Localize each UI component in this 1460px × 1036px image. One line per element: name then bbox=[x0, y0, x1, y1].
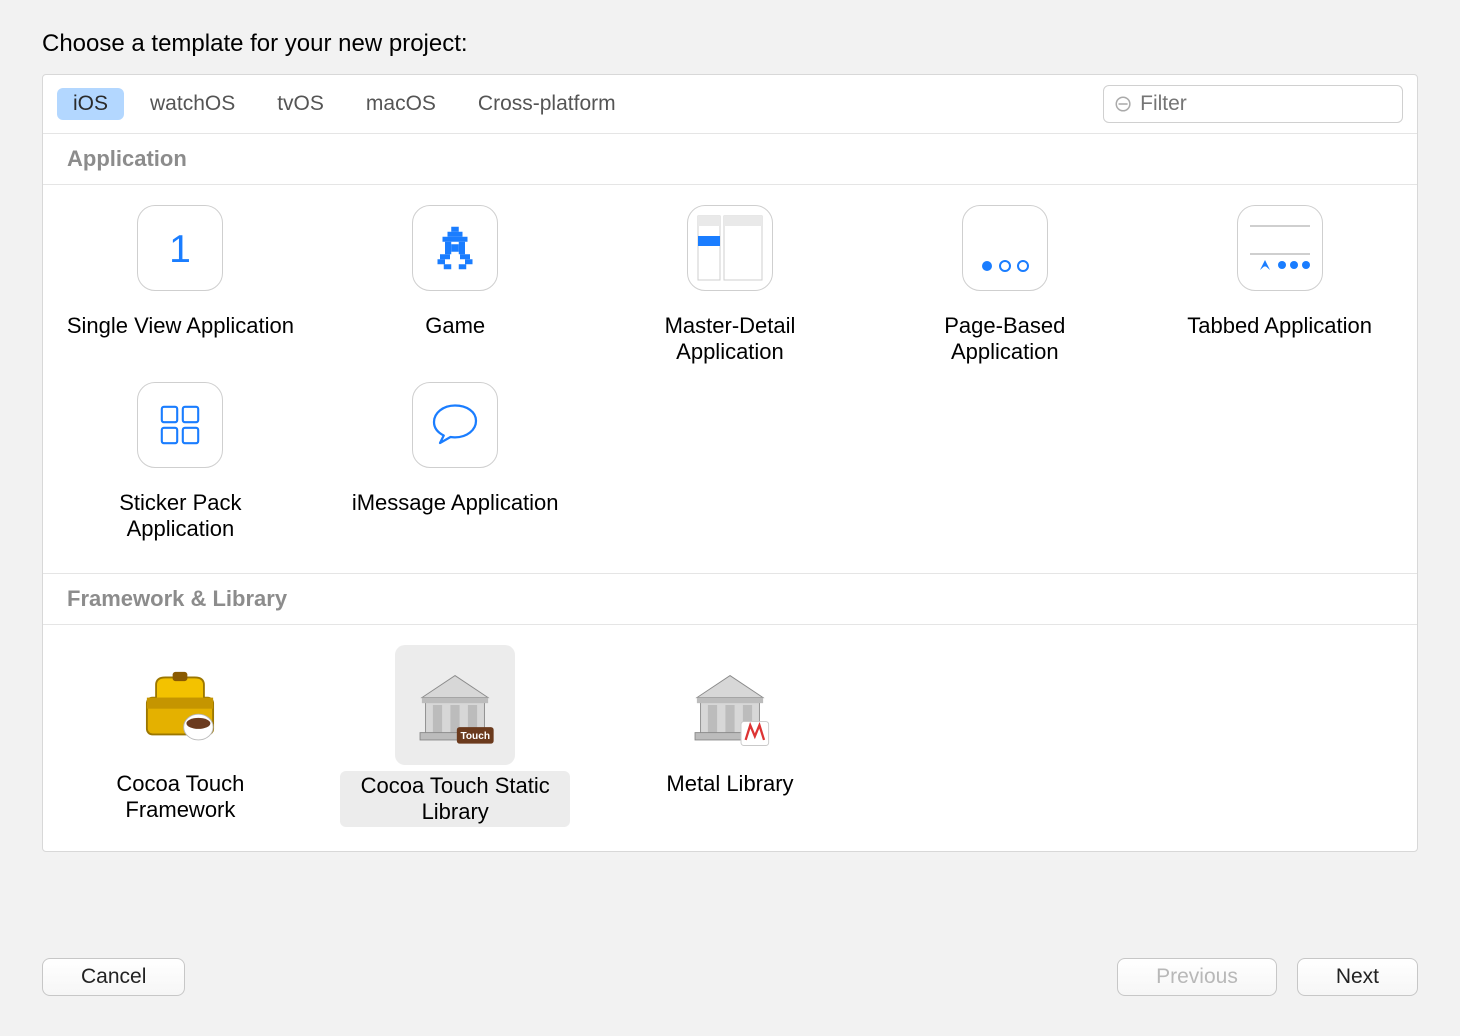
template-label: Tabbed Application bbox=[1187, 313, 1372, 339]
previous-button: Previous bbox=[1117, 958, 1277, 996]
game-sprite-icon bbox=[412, 205, 498, 291]
template-tabbed[interactable]: Tabbed Application bbox=[1142, 195, 1417, 372]
template-label: Cocoa Touch Framework bbox=[65, 771, 295, 824]
template-label: Single View Application bbox=[67, 313, 294, 339]
template-single-view[interactable]: 1 Single View Application bbox=[43, 195, 318, 372]
template-label: Metal Library bbox=[666, 771, 793, 797]
filter-input[interactable] bbox=[1140, 92, 1392, 116]
section-header-framework-library: Framework & Library bbox=[43, 574, 1417, 625]
platform-tabbar: iOS watchOS tvOS macOS Cross-platform bbox=[43, 75, 1417, 134]
template-game[interactable]: Game bbox=[318, 195, 593, 372]
tab-ios[interactable]: iOS bbox=[57, 88, 124, 120]
next-button[interactable]: Next bbox=[1297, 958, 1418, 996]
tabbed-icon bbox=[1237, 205, 1323, 291]
template-metal-library[interactable]: Metal Library bbox=[593, 635, 868, 834]
template-sticker-pack[interactable]: Sticker Pack Application bbox=[43, 372, 318, 549]
filter-field-wrap bbox=[1103, 85, 1403, 123]
cancel-button[interactable]: Cancel bbox=[42, 958, 185, 996]
tab-tvos[interactable]: tvOS bbox=[261, 88, 340, 120]
grid-squares-icon bbox=[137, 382, 223, 468]
template-label: Cocoa Touch Static Library bbox=[340, 771, 570, 828]
framework-grid: Cocoa Touch Framework Touch Cocoa Touch … bbox=[43, 625, 1417, 852]
svg-text:1: 1 bbox=[170, 228, 192, 271]
dialog-footer: Cancel Previous Next bbox=[42, 926, 1418, 996]
section-header-application: Application bbox=[43, 134, 1417, 185]
template-panel: iOS watchOS tvOS macOS Cross-platform Ap… bbox=[42, 74, 1418, 852]
tab-watchos[interactable]: watchOS bbox=[134, 88, 251, 120]
master-detail-icon bbox=[687, 205, 773, 291]
library-touch-icon: Touch bbox=[395, 645, 515, 765]
template-cocoa-touch-framework[interactable]: Cocoa Touch Framework bbox=[43, 635, 318, 834]
template-page-based[interactable]: Page-Based Application bbox=[867, 195, 1142, 372]
library-metal-icon bbox=[670, 645, 790, 765]
page-dots-icon bbox=[962, 205, 1048, 291]
tab-macos[interactable]: macOS bbox=[350, 88, 452, 120]
speech-bubble-icon bbox=[412, 382, 498, 468]
template-label: iMessage Application bbox=[352, 490, 559, 516]
tab-cross-platform[interactable]: Cross-platform bbox=[462, 88, 632, 120]
application-grid: 1 Single View Application Game bbox=[43, 185, 1417, 573]
filter-icon bbox=[1114, 94, 1132, 114]
template-master-detail[interactable]: Master-Detail Application bbox=[593, 195, 868, 372]
template-label: Master-Detail Application bbox=[615, 313, 845, 366]
template-cocoa-touch-static-library[interactable]: Touch Cocoa Touch Static Library bbox=[318, 635, 593, 834]
template-label: Sticker Pack Application bbox=[65, 490, 295, 543]
toolbox-icon bbox=[120, 645, 240, 765]
digit-one-icon: 1 bbox=[137, 205, 223, 291]
template-label: Page-Based Application bbox=[890, 313, 1120, 366]
template-imessage[interactable]: iMessage Application bbox=[318, 372, 593, 549]
svg-text:Touch: Touch bbox=[461, 731, 491, 742]
page-title: Choose a template for your new project: bbox=[42, 30, 1418, 58]
template-label: Game bbox=[425, 313, 485, 339]
